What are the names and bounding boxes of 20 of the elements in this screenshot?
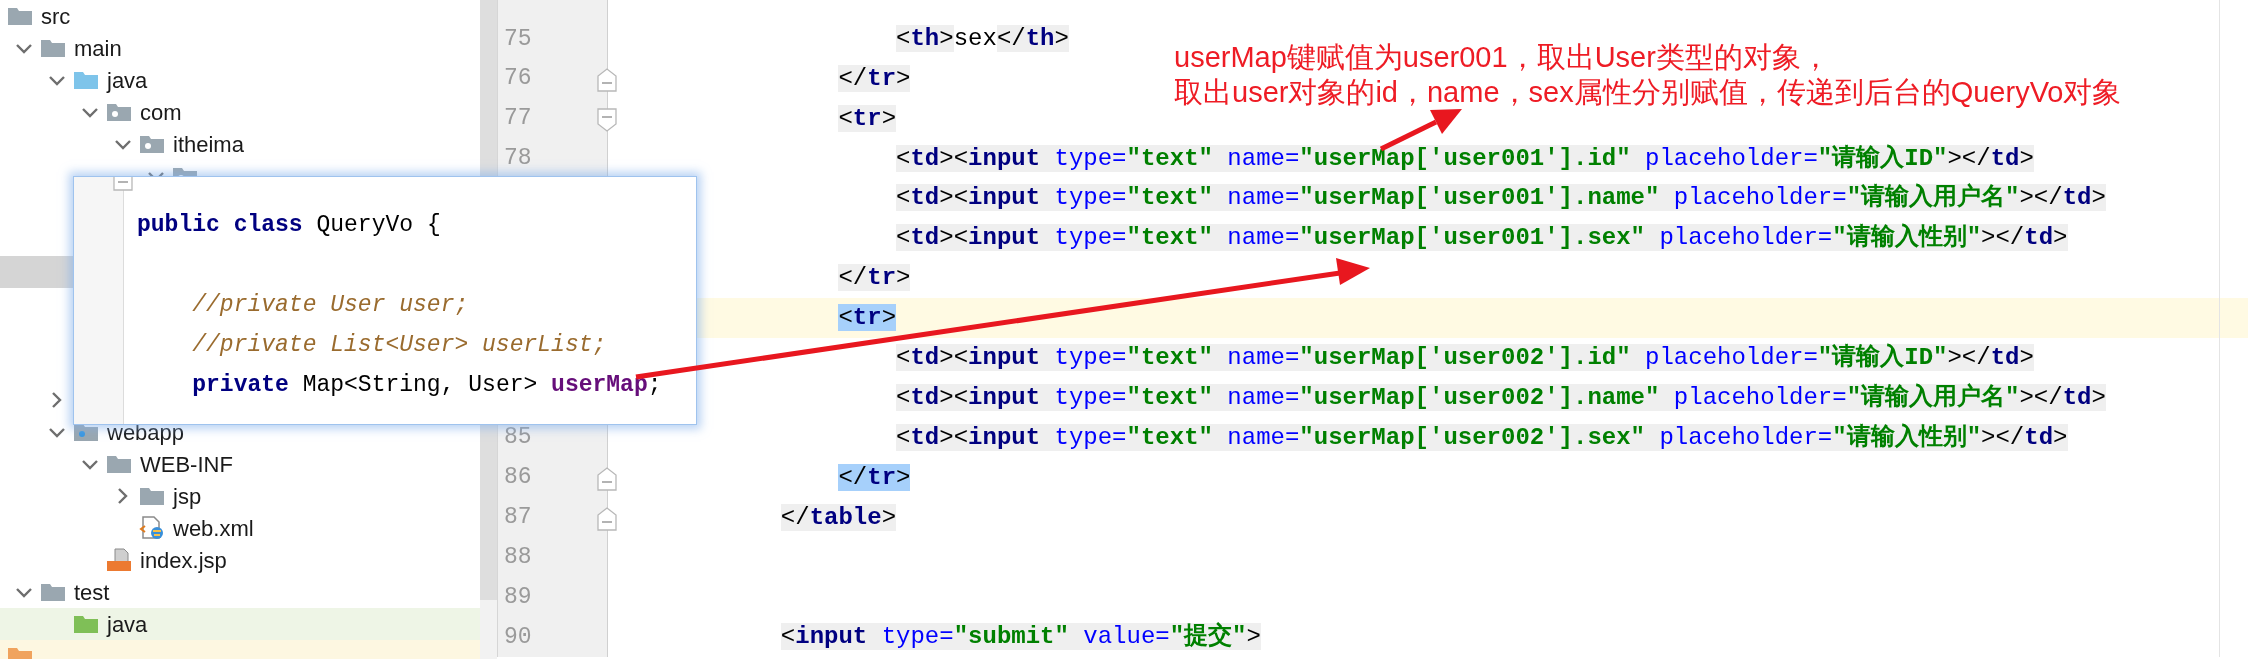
line-number: 78 — [504, 144, 532, 174]
line-number: 89 — [504, 583, 532, 613]
line-number: 87 — [504, 503, 532, 533]
line-number: 76 — [504, 64, 532, 94]
code-line: public class QueryVo { — [137, 212, 441, 238]
line-number: 88 — [504, 543, 532, 573]
code-line: <td><input type="text" name="userMap['user002'].sex" placeholder="请输入性别"></td> — [895, 423, 2068, 451]
line-number: 75 — [504, 24, 532, 54]
code-line: //private User user; — [191, 292, 469, 318]
annotation-text: 取出user对象的id，name，sex属性分别赋值，传递到后台的QueryVo对象 — [1174, 75, 2122, 110]
line-number: 77 — [504, 104, 532, 134]
code-line: <td><input type="text" name="userMap['user001'].id" placeholder="请输入ID"></td> — [895, 144, 2034, 172]
code-line: <th>sex</th> — [895, 24, 1069, 52]
line-number: 90 — [504, 622, 532, 652]
code-line: //private List<User> userList; — [191, 332, 607, 358]
annotation-text: userMap键赋值为user001，取出User类型的对象， — [1174, 40, 1831, 75]
line-number: 85 — [504, 423, 532, 453]
code-line: <input type="submit" value="提交"> — [779, 623, 1261, 651]
line-number: 86 — [504, 463, 532, 493]
code-line: private Map<String, User> userMap; — [191, 372, 662, 398]
